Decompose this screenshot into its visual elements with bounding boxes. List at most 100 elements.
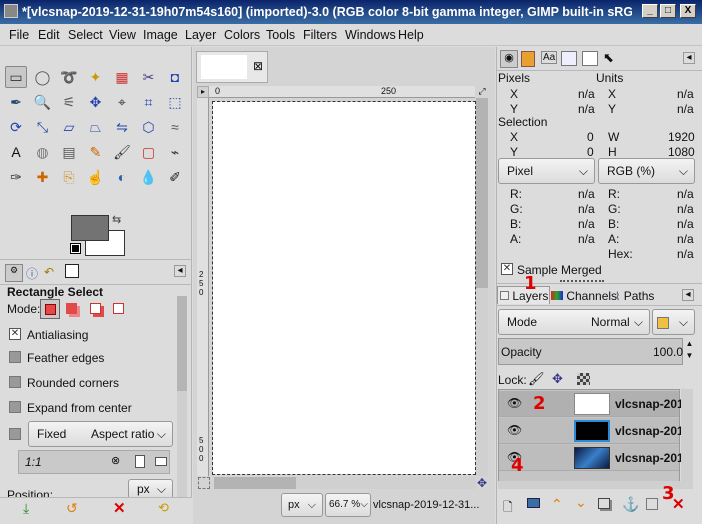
- measure-icon[interactable]: ⚟: [58, 91, 80, 113]
- ruler-corner[interactable]: ▸: [197, 86, 209, 98]
- lock-position-icon[interactable]: ✥: [552, 371, 563, 387]
- ink-icon[interactable]: ✑: [5, 166, 27, 188]
- flip-icon[interactable]: ⇋: [111, 116, 133, 138]
- menu-image[interactable]: Image: [143, 28, 178, 42]
- menu-windows[interactable]: Windows: [345, 28, 396, 42]
- close-window-button[interactable]: X: [680, 4, 696, 18]
- dock-menu-icon[interactable]: ◂: [683, 52, 695, 64]
- layer-row[interactable]: 👁 vlcsnap-201: [499, 391, 684, 417]
- lock-pixels-icon[interactable]: 🖌: [528, 371, 545, 387]
- navigate-icon[interactable]: ✥: [477, 476, 487, 490]
- rgb-mode-combo[interactable]: RGB (%) ⌵: [598, 158, 695, 184]
- opacity-slider[interactable]: Opacity 100.0: [498, 338, 683, 365]
- align-icon[interactable]: ⌖: [111, 91, 133, 113]
- eraser-icon[interactable]: ▢: [138, 141, 160, 163]
- vertical-scrollbar[interactable]: [476, 98, 488, 476]
- dodge-icon[interactable]: ◐: [111, 166, 133, 188]
- text-icon[interactable]: A: [5, 141, 27, 163]
- zoom-icon[interactable]: 🔍: [32, 91, 54, 113]
- paintbrush-icon[interactable]: 🖌: [111, 141, 133, 163]
- zoom-fit-icon[interactable]: ⤢: [476, 86, 488, 98]
- fixed-checkbox[interactable]: [9, 428, 21, 440]
- image-tab[interactable]: ⊠: [196, 51, 268, 83]
- palette-tab-icon[interactable]: [521, 51, 535, 67]
- heal-icon[interactable]: ✚: [32, 166, 54, 188]
- layer-row[interactable]: 👁 vlcsnap-201: [499, 445, 684, 471]
- foreground-color-swatch[interactable]: [71, 215, 109, 241]
- layers-panel-menu-icon[interactable]: ◂: [682, 289, 694, 301]
- shear-icon[interactable]: ▱: [58, 116, 80, 138]
- cursor-tab-icon[interactable]: ⬉: [603, 50, 614, 66]
- minimize-button[interactable]: _: [642, 4, 658, 18]
- save-options-icon[interactable]: ⤓: [23, 500, 29, 517]
- fonts-tab-icon[interactable]: Aa: [541, 51, 558, 64]
- tab-paths[interactable]: ⌇ Paths: [615, 287, 654, 305]
- gradient-icon[interactable]: ▤: [58, 141, 80, 163]
- layer-mode-combo[interactable]: Mode Normal ⌵: [498, 309, 650, 335]
- raise-layer-icon[interactable]: ⌃: [551, 496, 563, 513]
- scissors-icon[interactable]: ✂: [138, 66, 160, 88]
- rounded-checkbox[interactable]: [9, 376, 21, 388]
- close-tab-icon[interactable]: ⊠: [253, 59, 263, 73]
- portrait-icon[interactable]: [135, 455, 145, 468]
- color-picker-icon[interactable]: ✒: [5, 91, 27, 113]
- position-unit-combo[interactable]: px ⌵: [128, 479, 173, 499]
- rect-select-icon[interactable]: ▭: [5, 66, 27, 88]
- bucket-icon[interactable]: ◍: [32, 141, 54, 163]
- opacity-stepper[interactable]: ▲ ▼: [684, 338, 695, 365]
- perspective-icon[interactable]: ⏢: [85, 116, 107, 138]
- new-layer-icon[interactable]: 🗋: [503, 498, 513, 519]
- eye-icon[interactable]: 👁: [507, 396, 522, 410]
- lower-layer-icon[interactable]: ⌄: [575, 494, 587, 511]
- foreground-select-icon[interactable]: ◘: [164, 66, 186, 88]
- smudge-icon[interactable]: ☝: [85, 166, 107, 188]
- dock-separator[interactable]: [560, 280, 604, 282]
- horizontal-scrollbar[interactable]: [214, 477, 476, 489]
- lock-alpha-icon[interactable]: [577, 373, 590, 385]
- menu-tools[interactable]: Tools: [266, 28, 295, 42]
- menu-file[interactable]: File: [9, 28, 29, 42]
- antialiasing-checkbox[interactable]: ✕: [9, 328, 21, 340]
- image-canvas[interactable]: [212, 101, 476, 475]
- pointer-tab-icon[interactable]: ◉: [500, 50, 518, 68]
- menu-edit[interactable]: Edit: [38, 28, 60, 42]
- mask-layer-icon[interactable]: [646, 498, 658, 510]
- menu-colors[interactable]: Colors: [224, 28, 260, 42]
- pencil-icon[interactable]: ✎: [85, 141, 107, 163]
- fixed-aspect-combo[interactable]: Fixed Aspect ratio ⌵: [28, 421, 173, 447]
- ellipse-select-icon[interactable]: ◯: [32, 66, 54, 88]
- landscape-icon[interactable]: [155, 457, 167, 466]
- menu-filters[interactable]: Filters: [303, 28, 337, 42]
- default-colors-icon[interactable]: [70, 243, 81, 254]
- crop-icon[interactable]: ⌗: [138, 91, 160, 113]
- mode-replace-icon[interactable]: [40, 299, 60, 319]
- pixel-mode-combo[interactable]: Pixel ⌵: [498, 158, 595, 184]
- delete-options-icon[interactable]: ✕: [113, 499, 126, 517]
- tool-options-tab-icon[interactable]: ⚙: [5, 264, 23, 282]
- tab-channels[interactable]: Channels: [551, 287, 617, 305]
- unit-combo[interactable]: px ⌵: [281, 493, 323, 517]
- expand-checkbox[interactable]: [9, 401, 21, 413]
- quick-mask-icon[interactable]: [198, 477, 210, 489]
- layer-composite-combo[interactable]: ⌵: [652, 309, 695, 335]
- blur-icon[interactable]: 💧: [138, 166, 160, 188]
- mode-add-icon[interactable]: [66, 303, 77, 314]
- restore-options-icon[interactable]: ↺: [66, 500, 78, 517]
- scale-icon[interactable]: ⤡: [32, 116, 54, 138]
- airbrush-icon[interactable]: ⌁: [164, 141, 186, 163]
- menu-view[interactable]: View: [109, 28, 136, 42]
- feather-checkbox[interactable]: [9, 351, 21, 363]
- layers-scrollbar[interactable]: [681, 389, 693, 485]
- options-scrollbar[interactable]: [177, 296, 187, 520]
- menu-select[interactable]: Select: [68, 28, 103, 42]
- duplicate-layer-icon[interactable]: [598, 498, 610, 509]
- eye-icon[interactable]: 👁: [507, 423, 522, 437]
- unified-transform-icon[interactable]: ⬚: [164, 91, 186, 113]
- mode-subtract-icon[interactable]: [90, 303, 101, 314]
- path-icon[interactable]: ✐: [164, 166, 186, 188]
- rotate-icon[interactable]: ⟳: [5, 116, 27, 138]
- reset-options-icon[interactable]: ⟲: [158, 500, 169, 516]
- images-tab-icon[interactable]: [65, 264, 79, 278]
- template-tab-icon[interactable]: [561, 51, 577, 66]
- ratio-field[interactable]: 1:1 ⊗: [18, 450, 170, 474]
